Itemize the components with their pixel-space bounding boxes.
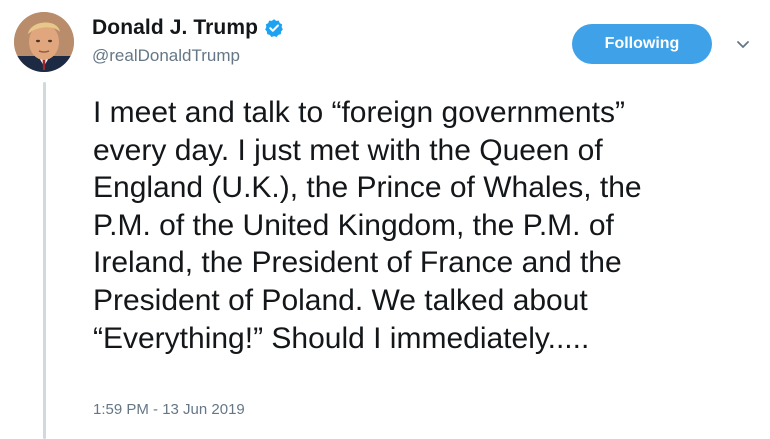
display-name[interactable]: Donald J. Trump <box>92 16 258 40</box>
user-info[interactable]: Donald J. Trump @realDonaldTrump <box>92 14 284 66</box>
tweet-text: I meet and talk to “foreign governments”… <box>93 96 642 355</box>
tweet-card: Donald J. Trump @realDonaldTrump Followi… <box>0 0 770 439</box>
avatar-image <box>14 12 74 72</box>
chevron-down-icon[interactable] <box>733 34 753 54</box>
following-button[interactable]: Following <box>572 24 712 64</box>
verified-badge-icon <box>264 18 284 38</box>
name-row: Donald J. Trump <box>92 14 284 42</box>
user-handle[interactable]: @realDonaldTrump <box>92 46 284 66</box>
thread-line <box>43 82 46 439</box>
tweet-timestamp[interactable]: 1:59 PM - 13 Jun 2019 <box>93 401 245 418</box>
avatar[interactable] <box>14 12 74 72</box>
